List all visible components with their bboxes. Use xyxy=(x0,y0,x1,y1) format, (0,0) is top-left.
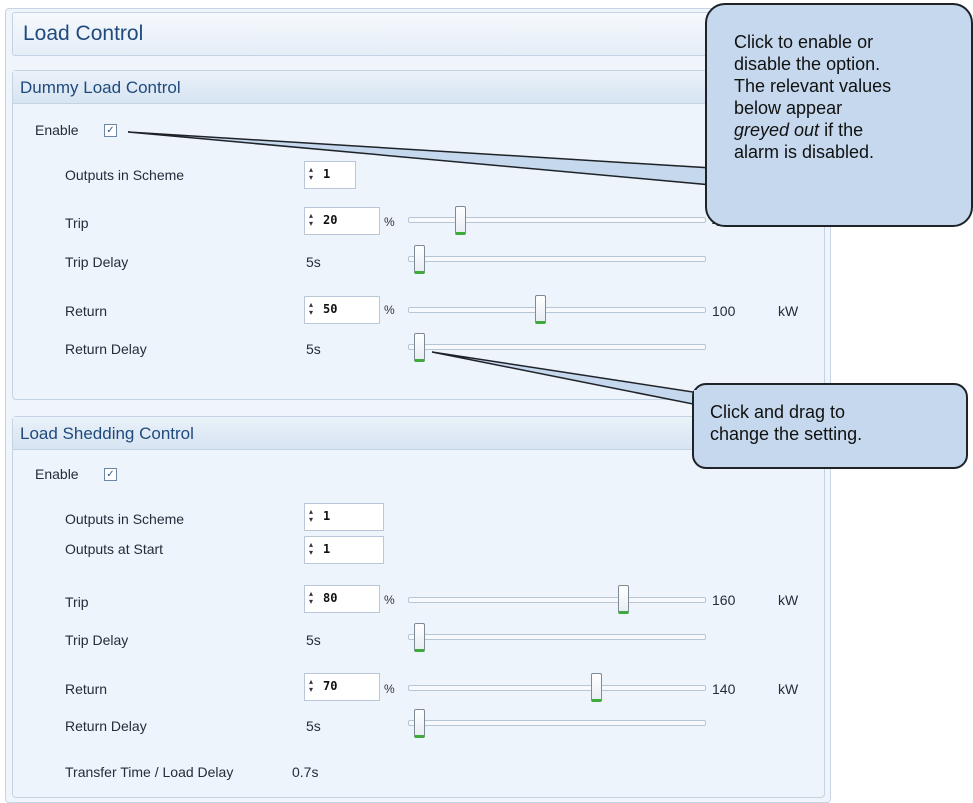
callout-line: The relevant values xyxy=(734,76,892,96)
drag-callout: Click and drag to change the setting. xyxy=(692,383,968,469)
drag-callout-text: Click and drag to change the setting. xyxy=(710,401,862,445)
drag-callout-pointer-join xyxy=(694,390,700,406)
callout-emphasis: greyed out xyxy=(734,120,820,140)
enable-callout-pointer-join xyxy=(707,166,713,188)
enable-callout-pointer xyxy=(127,131,713,186)
callout-line: greyed out if the xyxy=(734,119,891,141)
enable-callout-text: Click to enable or disable the option. T… xyxy=(734,31,891,163)
callout-line: Click and drag to xyxy=(710,402,846,422)
callout-line: Click to enable or xyxy=(734,32,874,52)
drag-callout-pointer xyxy=(431,351,694,405)
callout-line: disable the option. xyxy=(734,54,881,74)
callout-line-rest: if the xyxy=(819,120,864,140)
enable-callout: Click to enable or disable the option. T… xyxy=(705,3,973,227)
callout-line: below appear xyxy=(734,98,843,118)
callout-line: alarm is disabled. xyxy=(734,142,875,162)
callout-line: change the setting. xyxy=(710,424,863,444)
